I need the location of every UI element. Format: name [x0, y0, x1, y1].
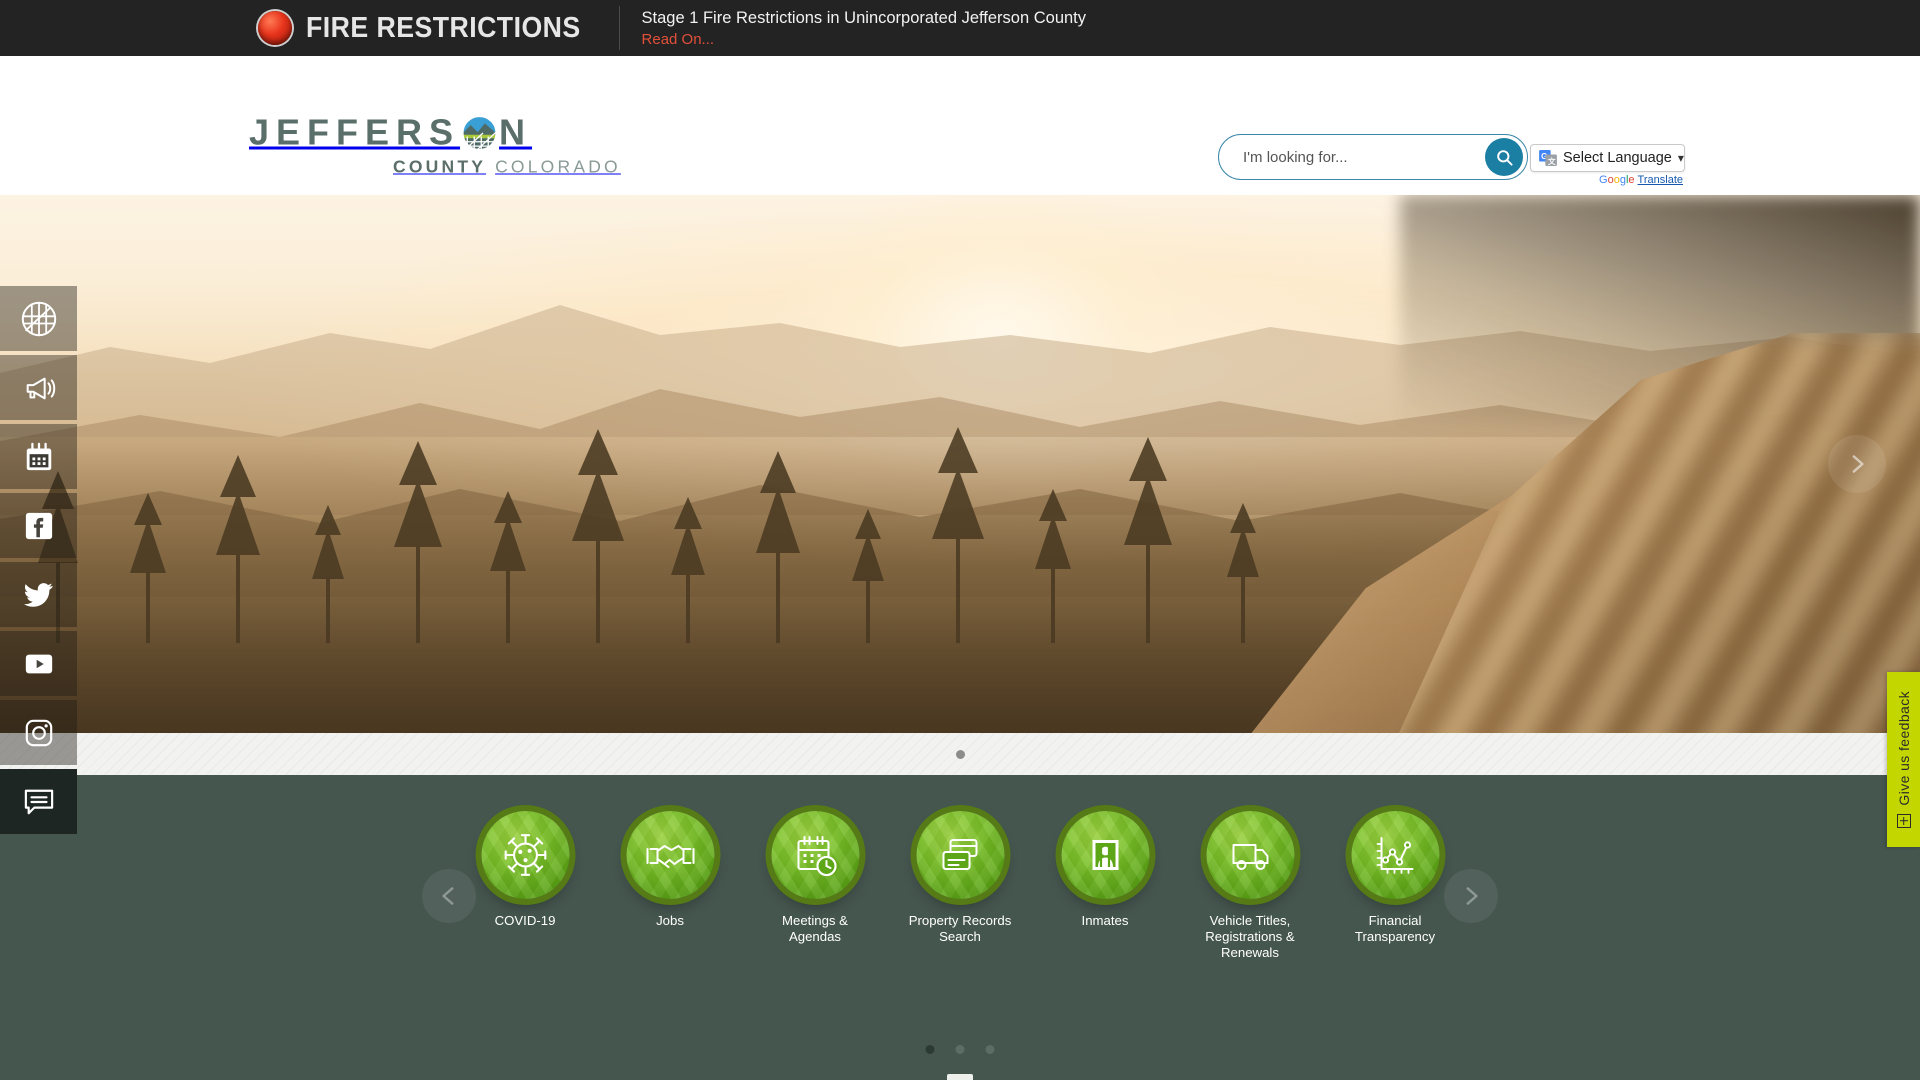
google-translate-attribution: Google Translate: [1530, 174, 1685, 186]
youtube-icon: [25, 654, 52, 673]
logo-county-label: COUNTY: [393, 156, 487, 177]
quick-link-label: Meetings & Agendas: [782, 913, 848, 945]
quick-links-prev-button[interactable]: [422, 869, 476, 923]
site-search: [1218, 134, 1528, 180]
sidebar-item-calendar[interactable]: [0, 424, 77, 489]
quick-link-meetings-agendas[interactable]: Meetings & Agendas: [743, 811, 888, 945]
instagram-icon: [25, 719, 52, 746]
twitter-icon: [23, 582, 52, 607]
hero-slide-dot[interactable]: [955, 749, 965, 759]
translate-link[interactable]: Translate: [1638, 174, 1683, 186]
quick-link-property-records-search[interactable]: Property Records Search: [888, 811, 1033, 945]
line-chart-icon: [1351, 811, 1439, 899]
quick-links-next-button[interactable]: [1444, 869, 1498, 923]
quick-link-vehicle-titles[interactable]: Vehicle Titles, Registrations & Renewals: [1178, 811, 1323, 961]
svg-text:文: 文: [1548, 156, 1556, 166]
select-language-dropdown[interactable]: G 文 Select Language ▾: [1530, 144, 1685, 172]
hero-slide-indicator-strip: [0, 733, 1920, 775]
quick-link-label: Jobs: [656, 913, 684, 928]
logo-state-label: COLORADO: [495, 156, 621, 177]
calendar-clock-icon: [771, 811, 859, 899]
jeffco-seal-icon: [21, 301, 56, 336]
handshake-icon: [626, 811, 714, 899]
quick-links-pagination: [925, 1045, 995, 1054]
alert-badge-label: FIRE RESTRICTIONS: [306, 11, 581, 44]
sidebar-item-notify-me[interactable]: [0, 355, 77, 420]
quick-link-label: Inmates: [1081, 913, 1129, 928]
quick-link-label: Financial Transparency: [1354, 913, 1436, 945]
logo-name-part2: N: [499, 111, 533, 153]
fire-restrictions-alert-bar: FIRE RESTRICTIONS Stage 1 Fire Restricti…: [0, 0, 1920, 56]
sidebar-item-twitter[interactable]: [0, 562, 77, 627]
hero-treeline: [0, 413, 1300, 643]
quick-link-label: COVID-19: [494, 913, 556, 928]
quick-links-dot-3[interactable]: [985, 1045, 995, 1054]
quick-links-dot-2[interactable]: [955, 1045, 965, 1054]
jeffco-mountain-seal-icon: [462, 115, 497, 150]
site-logo[interactable]: JEFFERS N COUNTY COLORADO: [249, 111, 621, 178]
quick-link-financial-transparency[interactable]: Financial Transparency: [1323, 811, 1468, 945]
sidebar-item-jeffco-seal[interactable]: [0, 286, 77, 351]
virus-icon: [481, 811, 569, 899]
language-selector: G 文 Select Language ▾ Google Translate: [1530, 144, 1685, 186]
give-feedback-tab[interactable]: Give us feedback: [1887, 672, 1920, 847]
quick-link-label: Vehicle Titles, Registrations & Renewals: [1205, 913, 1295, 961]
site-header: JEFFERS N COUNTY COLORADO I'm looking fo…: [0, 56, 1920, 227]
google-brand-text: Google: [1599, 174, 1635, 186]
sidebar-item-instagram[interactable]: [0, 700, 77, 765]
google-translate-icon: G 文: [1539, 150, 1557, 166]
alert-divider: [618, 6, 620, 50]
hero-carousel: [0, 195, 1920, 733]
selected-language-label: Select Language: [1563, 150, 1672, 166]
quick-link-covid-19[interactable]: COVID-19: [453, 811, 598, 929]
give-feedback-label: Give us feedback: [1895, 691, 1912, 806]
megaphone-icon: [26, 377, 55, 399]
chevron-down-icon: ▾: [1677, 151, 1684, 165]
cards-stack-icon: [916, 811, 1004, 899]
sidebar-item-chat[interactable]: [0, 769, 77, 834]
logo-name-part1: JEFFERS: [249, 111, 461, 153]
quick-link-jobs[interactable]: Jobs: [598, 811, 743, 929]
red-alert-dot-icon: [258, 11, 292, 45]
alert-read-on-link[interactable]: Read On...: [642, 31, 1087, 48]
sidebar-item-facebook[interactable]: [0, 493, 77, 558]
calendar-icon: [26, 442, 51, 470]
quick-link-inmates[interactable]: Inmates: [1033, 811, 1178, 929]
facebook-icon: [25, 512, 52, 539]
chat-bubble-icon: [24, 789, 53, 814]
search-input[interactable]: [1243, 148, 1453, 166]
truck-icon: [1206, 811, 1294, 899]
jail-cell-person-icon: [1061, 811, 1149, 899]
social-sidebar: [0, 286, 77, 834]
hero-next-slide-button[interactable]: [1828, 435, 1886, 493]
sidebar-item-youtube[interactable]: [0, 631, 77, 696]
quick-link-label: Property Records Search: [908, 913, 1012, 945]
quick-links-dot-1[interactable]: [925, 1045, 935, 1054]
quick-links-list: COVID-19 Jobs Meetings & Agendas Propert…: [453, 811, 1468, 961]
logo-wordmark: JEFFERS N: [249, 111, 533, 153]
alert-badge: FIRE RESTRICTIONS: [0, 0, 605, 56]
page-bottom-sliver: [947, 1074, 973, 1080]
search-button[interactable]: [1485, 138, 1523, 176]
quick-links-section: COVID-19 Jobs Meetings & Agendas Propert…: [0, 775, 1920, 1080]
alert-message: Stage 1 Fire Restrictions in Unincorpora…: [641, 8, 1087, 27]
plus-box-icon: [1896, 813, 1911, 828]
